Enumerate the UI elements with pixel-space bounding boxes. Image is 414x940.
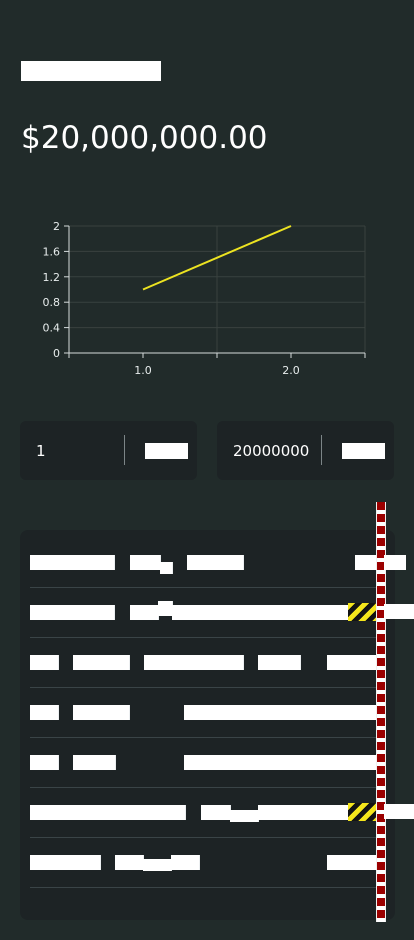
price-chart: 0 0.4 0.8 1.2 1.6 2 1.0 2.0 [30, 210, 380, 385]
row-label-redacted [30, 755, 59, 770]
row-value-redacted [130, 605, 159, 620]
chart-y-tick-label: 2 [53, 220, 60, 233]
row-value-redacted [158, 601, 173, 616]
row-right-redacted [327, 855, 382, 870]
price-chart-svg: 0 0.4 0.8 1.2 1.6 2 1.0 2.0 [43, 220, 366, 377]
table-row [30, 687, 380, 738]
row-overflow-redacted [384, 555, 406, 570]
table-row [30, 637, 382, 688]
row-value-redacted [201, 805, 231, 820]
amount-input[interactable] [233, 421, 319, 480]
row-overflow-redacted [384, 804, 414, 819]
row-label-redacted [30, 705, 59, 720]
quantity-unit-redacted [145, 443, 188, 459]
chart-y-tick-label: 1.6 [43, 245, 61, 258]
balance-amount: $20,000,000.00 [21, 120, 268, 156]
row-value-redacted [160, 562, 173, 574]
quantity-input-card[interactable] [20, 421, 197, 480]
row-value-redacted [144, 655, 244, 670]
chart-x-tick-label: 1.0 [134, 364, 152, 377]
row-right-redacted [327, 655, 382, 670]
row-label-redacted [30, 805, 186, 820]
row-value-redacted [258, 655, 301, 670]
page-title-redacted [21, 61, 161, 81]
row-label-redacted [30, 655, 59, 670]
input-divider [321, 435, 322, 465]
row-value-redacted [143, 859, 172, 871]
row-overflow-redacted [384, 604, 414, 619]
chart-y-tick-label: 0.8 [43, 296, 61, 309]
row-value-redacted [184, 705, 380, 720]
row-label-redacted [73, 705, 130, 720]
row-value-redacted [187, 555, 244, 570]
warning-stripe-icon [348, 803, 376, 821]
amount-unit-redacted [342, 443, 385, 459]
chart-x-tick-label: 2.0 [282, 364, 300, 377]
input-divider [124, 435, 125, 465]
table-row [30, 537, 382, 588]
details-table [20, 530, 395, 920]
table-row [30, 787, 376, 838]
amount-input-card[interactable] [217, 421, 394, 480]
row-value-redacted [258, 805, 349, 820]
row-value-redacted [184, 755, 380, 770]
row-value-redacted [171, 855, 200, 870]
row-value-redacted [130, 555, 161, 570]
chart-y-tick-label: 0 [53, 347, 60, 360]
row-label-redacted [30, 855, 101, 870]
row-label-redacted [73, 655, 130, 670]
chart-y-tick-label: 1.2 [43, 271, 61, 284]
table-row [30, 837, 382, 888]
chart-y-tick-label: 0.4 [43, 322, 61, 335]
table-row [30, 737, 380, 788]
row-label-redacted [30, 555, 115, 570]
warning-stripe-icon [348, 603, 376, 621]
table-row [30, 587, 376, 638]
row-value-redacted [230, 810, 259, 822]
row-value-redacted [172, 605, 349, 620]
row-value-redacted [115, 855, 144, 870]
screen: $20,000,000.00 0 0.4 0.8 1.2 1.6 2 1.0 2.0 [0, 0, 414, 940]
row-label-redacted [30, 605, 115, 620]
row-label-redacted [73, 755, 116, 770]
quantity-input[interactable] [36, 421, 122, 480]
